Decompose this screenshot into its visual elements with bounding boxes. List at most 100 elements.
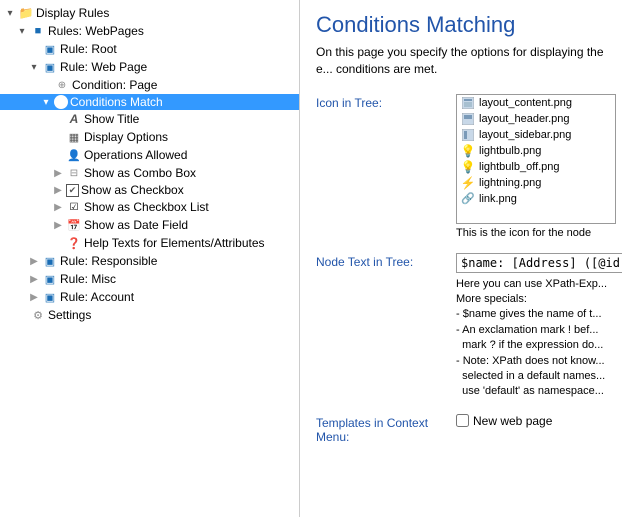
tree-item-settings[interactable]: ⚙ Settings xyxy=(0,306,299,324)
tree-item-rule-responsible[interactable]: ▶ ▣ Rule: Responsible xyxy=(0,252,299,270)
icon-description: This is the icon for the node xyxy=(456,227,616,239)
check-green-icon: ✔ xyxy=(54,95,68,109)
tree-item-conditions-match[interactable]: ▾ ✔ Conditions Match xyxy=(0,94,299,110)
checkbox-icon: ✔ xyxy=(66,184,79,197)
content-panel: Conditions Matching On this page you spe… xyxy=(300,0,622,517)
tree-item-show-checkbox-list[interactable]: ▶ ☑ Show as Checkbox List xyxy=(0,198,299,216)
tree-label: Display Rules xyxy=(36,6,109,20)
tree-label: Rule: Root xyxy=(60,42,117,56)
list-item-label: lightbulb_off.png xyxy=(479,161,560,173)
settings-icon: ⚙ xyxy=(30,307,46,323)
list-item[interactable]: 🔗 link.png xyxy=(457,191,615,207)
tree-label: Show as Date Field xyxy=(84,218,188,232)
expand-icon[interactable]: ▾ xyxy=(40,96,52,108)
rule-icon: ▣ xyxy=(42,271,58,287)
spacer xyxy=(40,79,52,91)
expand-icon[interactable]: ▶ xyxy=(28,291,40,303)
templates-label: Templates in Context Menu: xyxy=(316,414,456,444)
display-icon: ▦ xyxy=(66,129,82,145)
tree-item-rule-account[interactable]: ▶ ▣ Rule: Account xyxy=(0,288,299,306)
tree-item-show-title[interactable]: A Show Title xyxy=(0,110,299,128)
folder-icon: 📁 xyxy=(18,5,34,21)
tree-label: Help Texts for Elements/Attributes xyxy=(84,236,265,250)
ops-icon: 👤 xyxy=(66,147,82,163)
tree-label: Show as Checkbox List xyxy=(84,200,209,214)
tree-label: Show Title xyxy=(84,112,139,126)
list-item[interactable]: layout_sidebar.png xyxy=(457,127,615,143)
expand-icon[interactable]: ▾ xyxy=(16,25,28,37)
tree-label: Rule: Account xyxy=(60,290,134,304)
tree-label: Rule: Responsible xyxy=(60,254,157,268)
help-icon: ❓ xyxy=(66,235,82,251)
list-item[interactable]: 💡 lightbulb_off.png xyxy=(457,159,615,175)
rule-icon: ▣ xyxy=(42,41,58,57)
list-item-label: layout_header.png xyxy=(479,113,570,125)
page-description: On this page you specify the options for… xyxy=(316,44,606,78)
expand-icon[interactable]: ▶ xyxy=(52,201,64,213)
tree-item-show-combo[interactable]: ▶ ⊟ Show as Combo Box xyxy=(0,164,299,182)
tree-item-condition-page[interactable]: ⊕ Condition: Page xyxy=(0,76,299,94)
expand-icon[interactable]: ▶ xyxy=(52,184,64,196)
tree-label: Show as Combo Box xyxy=(84,166,196,180)
expand-icon[interactable]: ▶ xyxy=(28,255,40,267)
tree-label: Condition: Page xyxy=(72,78,157,92)
icon-in-tree-row: Icon in Tree: layout_content.png layout_… xyxy=(316,94,606,239)
list-item[interactable]: layout_content.png xyxy=(457,95,615,111)
date-icon: 📅 xyxy=(66,217,82,233)
list-item-label: lightning.png xyxy=(479,177,541,189)
spacer xyxy=(16,309,28,321)
lightning-icon: ⚡ xyxy=(461,176,475,190)
tree-item-operations-allowed[interactable]: 👤 Operations Allowed xyxy=(0,146,299,164)
node-text-label: Node Text in Tree: xyxy=(316,253,456,269)
tree-item-display-options[interactable]: ▦ Display Options xyxy=(0,128,299,146)
rule-icon: ▣ xyxy=(42,289,58,305)
tree-item-rule-misc[interactable]: ▶ ▣ Rule: Misc xyxy=(0,270,299,288)
node-text-input[interactable] xyxy=(456,253,622,273)
expand-icon[interactable]: ▾ xyxy=(28,61,40,73)
templates-value: New web page xyxy=(456,414,606,428)
tree-item-help-texts[interactable]: ❓ Help Texts for Elements/Attributes xyxy=(0,234,299,252)
list-item[interactable]: ⚡ lightning.png xyxy=(457,175,615,191)
expand-icon[interactable]: ▾ xyxy=(4,7,16,19)
tree-label: Operations Allowed xyxy=(84,148,187,162)
tree-label: Display Options xyxy=(84,130,168,144)
spacer xyxy=(52,149,64,161)
tree-item-display-rules[interactable]: ▾ 📁 Display Rules xyxy=(0,4,299,22)
tree-label: Show as Checkbox xyxy=(81,183,184,197)
img-icon xyxy=(461,96,475,110)
tree-item-show-checkbox[interactable]: ▶ ✔ Show as Checkbox xyxy=(0,182,299,198)
tree-item-show-date[interactable]: ▶ 📅 Show as Date Field xyxy=(0,216,299,234)
tree-item-rule-webpage[interactable]: ▾ ▣ Rule: Web Page xyxy=(0,58,299,76)
checkbox-list-icon: ☑ xyxy=(66,199,82,215)
list-item-label: layout_sidebar.png xyxy=(479,129,571,141)
rule-icon: ▣ xyxy=(42,253,58,269)
new-webpage-checkbox[interactable] xyxy=(456,414,469,427)
list-item[interactable]: 💡 lightbulb.png xyxy=(457,143,615,159)
tree-item-rule-root[interactable]: ▣ Rule: Root xyxy=(0,40,299,58)
expand-icon[interactable]: ▶ xyxy=(52,167,64,179)
list-item-label: layout_content.png xyxy=(479,97,572,109)
list-item-label: lightbulb.png xyxy=(479,145,541,157)
tree-item-rules-webpages[interactable]: ▾ ■ Rules: WebPages xyxy=(0,22,299,40)
spacer xyxy=(52,131,64,143)
text-icon: A xyxy=(66,111,82,127)
tree-label: Conditions Match xyxy=(70,95,163,109)
combo-icon: ⊟ xyxy=(66,165,82,181)
icon-listbox[interactable]: layout_content.png layout_header.png lay… xyxy=(456,94,616,224)
link-icon: 🔗 xyxy=(461,192,475,206)
page-icon: ⊕ xyxy=(54,77,70,93)
tree-label: Rules: WebPages xyxy=(48,24,144,38)
templates-checkbox-row: New web page xyxy=(456,414,606,428)
node-text-row: Node Text in Tree: Here you can use XPat… xyxy=(316,253,606,400)
expand-icon[interactable]: ▶ xyxy=(52,219,64,231)
tree-label: Rule: Web Page xyxy=(60,60,147,74)
tree-label: Rule: Misc xyxy=(60,272,116,286)
lightbulb-off-icon: 💡 xyxy=(461,160,475,174)
list-item[interactable]: layout_header.png xyxy=(457,111,615,127)
page-title: Conditions Matching xyxy=(316,12,606,38)
spacer xyxy=(28,43,40,55)
list-item-label: link.png xyxy=(479,193,517,205)
spacer xyxy=(52,237,64,249)
icon-in-tree-label: Icon in Tree: xyxy=(316,94,456,110)
expand-icon[interactable]: ▶ xyxy=(28,273,40,285)
